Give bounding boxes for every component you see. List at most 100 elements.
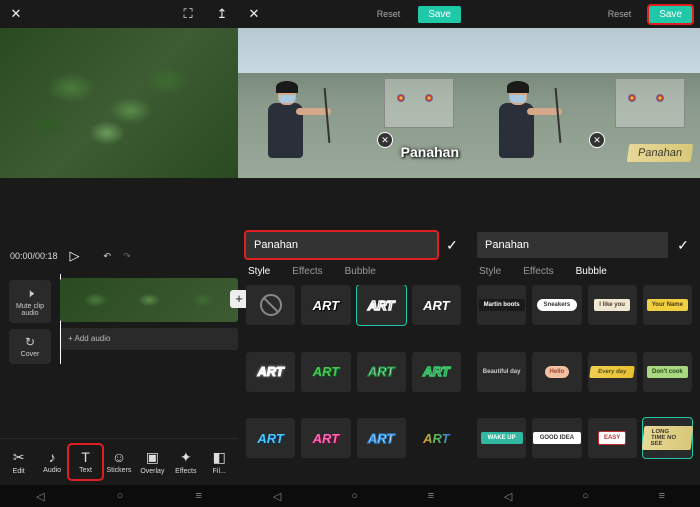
- bubble-black[interactable]: Martin boots: [477, 285, 526, 325]
- style-green[interactable]: ART: [301, 352, 350, 392]
- topbar: ✕ ⛶ ↥: [0, 0, 238, 28]
- confirm-text-icon[interactable]: ✓: [443, 237, 461, 254]
- timeline[interactable]: 🕨 Mute clip audio ↻ Cover + + Add audio: [0, 270, 238, 438]
- tool-audio[interactable]: ♪Audio: [35, 445, 68, 479]
- style-white-outline[interactable]: ART: [246, 352, 295, 392]
- style-blue[interactable]: ART: [246, 418, 295, 458]
- style-pink[interactable]: ART: [301, 418, 350, 458]
- topbar: Reset Save: [469, 0, 700, 28]
- editor-panel: ✕ ⛶ ↥ 00:00/00:18 ▷ ↶ ↷ 🕨 Mute clip audi…: [0, 0, 238, 507]
- bubble-grid: Martin bootsSneakersI like youYour Name B…: [469, 285, 700, 485]
- text-caption-bubble[interactable]: Panahan: [627, 144, 694, 162]
- nav-recent-icon[interactable]: ≡: [659, 490, 665, 502]
- playback-row: 00:00/00:18 ▷ ↶ ↷: [0, 242, 238, 270]
- tool-effects-icon: ✦: [169, 449, 202, 466]
- bubble-pink[interactable]: Hello: [532, 352, 581, 392]
- speaker-mute-icon: 🕨: [11, 286, 49, 301]
- tool-effects[interactable]: ✦Effects: [169, 445, 202, 479]
- style-grid: ARTARTARTARTARTARTARTARTARTARTART: [238, 285, 469, 485]
- bottom-toolbar: ✂Edit♪AudioTText☺Stickers▣Overlay✦Effect…: [0, 438, 238, 485]
- preview-image-leaves: [0, 28, 238, 178]
- bubble-white-round[interactable]: Sneakers: [532, 285, 581, 325]
- tool-filter-icon: ◧: [203, 449, 236, 466]
- redo-button[interactable]: ↷: [123, 251, 131, 262]
- bubble-cream[interactable]: I like you: [588, 285, 637, 325]
- nav-back-icon[interactable]: ◁: [273, 490, 281, 503]
- confirm-text-icon[interactable]: ✓: [674, 237, 692, 254]
- video-preview[interactable]: [0, 28, 238, 178]
- tool-edit-icon: ✂: [2, 449, 35, 466]
- text-input[interactable]: [477, 232, 668, 258]
- tool-text-icon: T: [69, 449, 102, 465]
- cover-icon: ↻: [11, 335, 49, 349]
- undo-button[interactable]: ↶: [104, 251, 112, 262]
- tab-effects[interactable]: Effects: [292, 266, 322, 277]
- text-tabs: Style Effects Bubble: [238, 262, 469, 285]
- style-green-stroke[interactable]: ART: [412, 352, 461, 392]
- android-navbar: ◁ ○ ≡: [469, 485, 700, 507]
- add-audio-track[interactable]: + Add audio: [60, 328, 238, 350]
- nav-home-icon[interactable]: ○: [117, 490, 124, 502]
- tab-bubble[interactable]: Bubble: [576, 266, 607, 277]
- nav-back-icon[interactable]: ◁: [504, 490, 512, 503]
- bubble-ribbon[interactable]: GOOD IDEA: [532, 418, 581, 458]
- upload-icon[interactable]: ↥: [214, 6, 230, 22]
- nav-recent-icon[interactable]: ≡: [195, 490, 201, 502]
- timecode-label: 00:00/00:18: [10, 251, 58, 261]
- nav-home-icon[interactable]: ○: [351, 490, 358, 502]
- tool-text[interactable]: TText: [69, 445, 102, 479]
- style-rainbow[interactable]: ART: [412, 418, 461, 458]
- save-button[interactable]: Save: [649, 6, 692, 23]
- bubble-yellow[interactable]: Your Name: [643, 285, 692, 325]
- tool-overlay[interactable]: ▣Overlay: [136, 445, 169, 479]
- delete-text-icon[interactable]: ✕: [377, 132, 393, 148]
- bubble-flag[interactable]: EASY: [588, 418, 637, 458]
- tool-stickers-icon: ☺: [102, 449, 135, 465]
- close-icon[interactable]: ✕: [8, 6, 24, 22]
- android-navbar: ◁ ○ ≡: [238, 485, 469, 507]
- tab-bubble[interactable]: Bubble: [345, 266, 376, 277]
- style-plain[interactable]: ART: [412, 285, 461, 325]
- tool-edit[interactable]: ✂Edit: [2, 445, 35, 479]
- topbar: ✕ Reset Save: [238, 0, 469, 28]
- tab-effects[interactable]: Effects: [523, 266, 553, 277]
- tool-stickers[interactable]: ☺Stickers: [102, 445, 135, 479]
- delete-text-icon[interactable]: ✕: [589, 132, 605, 148]
- nav-back-icon[interactable]: ◁: [36, 490, 44, 503]
- text-bubble-panel: Reset Save ✕ Panahan ✓ Style Effects Bub…: [469, 0, 700, 507]
- mute-clip-button[interactable]: 🕨 Mute clip audio: [9, 280, 51, 323]
- bubble-green[interactable]: Don't cook: [643, 352, 692, 392]
- tool-overlay-icon: ▣: [136, 449, 169, 466]
- tab-style[interactable]: Style: [479, 266, 501, 277]
- nav-recent-icon[interactable]: ≡: [428, 490, 434, 502]
- text-input[interactable]: [246, 232, 437, 258]
- tool-audio-icon: ♪: [35, 449, 68, 465]
- style-blue-outline[interactable]: ART: [357, 418, 406, 458]
- preview-image-archer: ✕ Panahan: [469, 28, 700, 178]
- reset-button[interactable]: Reset: [608, 9, 632, 19]
- cover-button[interactable]: ↻ Cover: [9, 329, 51, 364]
- bubble-banner2[interactable]: LONG TIME NO SEE: [643, 418, 692, 458]
- style-outline[interactable]: ART: [357, 285, 406, 325]
- play-button[interactable]: ▷: [70, 248, 80, 264]
- style-white[interactable]: ART: [301, 285, 350, 325]
- reset-button[interactable]: Reset: [377, 9, 401, 19]
- video-preview[interactable]: ✕ Panahan: [238, 28, 469, 178]
- tab-style[interactable]: Style: [248, 266, 270, 277]
- style-green-outline[interactable]: ART: [357, 352, 406, 392]
- text-tabs: Style Effects Bubble: [469, 262, 700, 285]
- tool-filter[interactable]: ◧Fil...: [203, 445, 236, 479]
- video-track-clip[interactable]: +: [60, 278, 238, 322]
- android-navbar: ◁ ○ ≡: [0, 485, 238, 507]
- close-icon[interactable]: ✕: [246, 6, 262, 22]
- expand-icon[interactable]: ⛶: [180, 6, 196, 22]
- style-none[interactable]: [246, 285, 295, 325]
- text-caption[interactable]: Panahan: [401, 144, 459, 160]
- nav-home-icon[interactable]: ○: [582, 490, 589, 502]
- bubble-plain[interactable]: Beautiful day: [477, 352, 526, 392]
- bubble-banner[interactable]: Every day: [588, 352, 637, 392]
- text-style-panel: ✕ Reset Save ✕ Panahan ✓ Style Effects B…: [238, 0, 469, 507]
- save-button[interactable]: Save: [418, 6, 461, 23]
- bubble-teal[interactable]: WAKE UP: [477, 418, 526, 458]
- video-preview[interactable]: ✕ Panahan: [469, 28, 700, 178]
